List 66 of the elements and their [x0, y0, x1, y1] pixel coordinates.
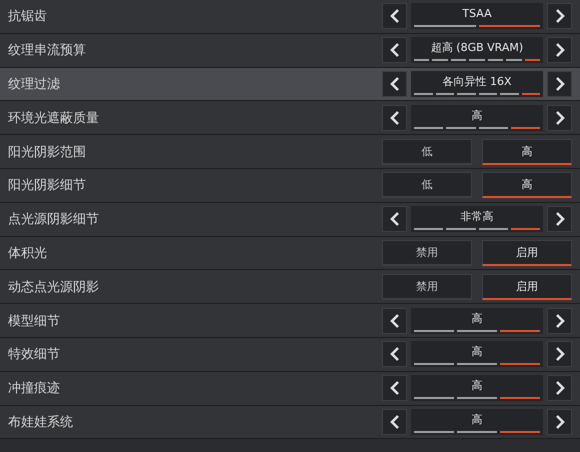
chevron-left-icon	[390, 110, 400, 125]
chevron-right-icon	[554, 43, 564, 58]
chevron-left-icon	[390, 381, 400, 396]
chevron-left-icon	[390, 414, 400, 429]
previous-button[interactable]	[382, 37, 407, 64]
chevron-left-icon	[390, 43, 400, 58]
chevron-left-icon	[390, 9, 400, 24]
setting-label: 冲撞痕迹	[8, 380, 60, 398]
previous-button[interactable]	[382, 408, 407, 435]
chevron-left-icon	[390, 347, 400, 362]
next-button[interactable]	[547, 70, 572, 97]
chevron-right-icon	[554, 414, 564, 429]
previous-button[interactable]	[382, 341, 407, 368]
option-button[interactable]: 高	[482, 138, 572, 165]
next-button[interactable]	[547, 37, 572, 64]
next-button[interactable]	[547, 3, 572, 30]
setting-label: 纹理过滤	[8, 76, 60, 93]
setting-value: TSAA	[462, 7, 492, 22]
setting-label: 模型细节	[8, 312, 60, 330]
setting-label: 阳光阴影细节	[8, 177, 86, 194]
setting-label: 纹理串流预算	[8, 42, 86, 60]
chevron-right-icon	[554, 347, 564, 362]
setting-value: 高	[472, 108, 482, 123]
chevron-right-icon	[554, 314, 564, 328]
setting-label: 动态点光源阴影	[8, 278, 99, 296]
setting-value: 高	[472, 345, 482, 360]
setting-value: 各向异性 16X	[442, 74, 512, 89]
setting-label: 环境光遮蔽质量	[8, 110, 99, 127]
chevron-left-icon	[390, 76, 400, 91]
chevron-right-icon	[554, 212, 564, 226]
previous-button[interactable]	[382, 206, 407, 232]
option-button[interactable]: 启用	[482, 240, 572, 266]
setting-value: 高	[472, 379, 482, 394]
option-button[interactable]: 禁用	[382, 274, 472, 300]
option-button[interactable]: 启用	[482, 274, 572, 300]
previous-button[interactable]	[382, 70, 407, 97]
option-button[interactable]: 低	[382, 172, 472, 198]
option-button[interactable]: 禁用	[382, 240, 472, 266]
setting-label: 点光源阴影细节	[8, 211, 99, 228]
chevron-right-icon	[554, 110, 564, 125]
chevron-right-icon	[554, 9, 564, 24]
previous-button[interactable]	[382, 375, 407, 402]
next-button[interactable]	[547, 375, 572, 402]
setting-value: 高	[472, 412, 482, 427]
setting-label: 布娃娃系统	[8, 414, 73, 431]
option-button[interactable]: 高	[482, 172, 572, 198]
setting-label: 抗锯齿	[8, 8, 47, 26]
option-button[interactable]: 低	[382, 138, 472, 165]
previous-button[interactable]	[382, 104, 407, 131]
previous-button[interactable]	[382, 308, 407, 334]
setting-value: 高	[472, 312, 482, 326]
previous-button[interactable]	[382, 3, 407, 30]
next-button[interactable]	[547, 341, 572, 368]
setting-label: 特效细节	[8, 346, 60, 364]
next-button[interactable]	[547, 308, 572, 334]
setting-label: 体积光	[8, 244, 47, 262]
chevron-left-icon	[390, 212, 400, 226]
next-button[interactable]	[547, 206, 572, 232]
setting-label: 阳光阴影范围	[8, 144, 86, 161]
next-button[interactable]	[547, 104, 572, 131]
setting-value: 非常高	[460, 210, 494, 224]
setting-value: 超高 (8GB VRAM)	[430, 41, 524, 56]
chevron-left-icon	[390, 314, 400, 328]
chevron-right-icon	[554, 381, 564, 396]
chevron-right-icon	[554, 76, 564, 91]
next-button[interactable]	[547, 408, 572, 435]
